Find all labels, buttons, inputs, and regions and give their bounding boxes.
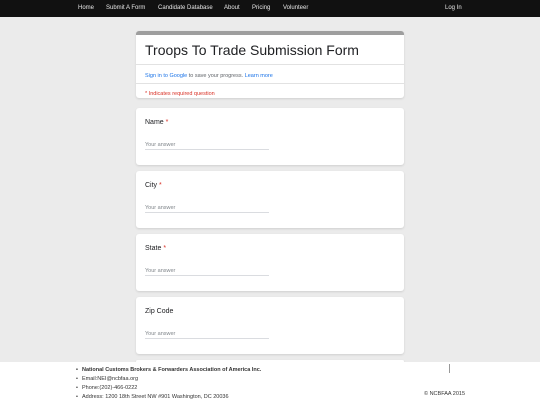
- learn-more-link[interactable]: Learn more: [245, 73, 273, 79]
- footer-phone: Phone:(202)-466-0222: [76, 384, 261, 393]
- nav-candidate-database[interactable]: Candidate Database: [158, 0, 213, 17]
- footer-address: Address: 1200 18th Street NW #901 Washin…: [76, 393, 261, 402]
- footer-copyright: © NCBFAA 2015: [424, 391, 466, 397]
- required-note: * Indicates required question: [145, 91, 215, 97]
- form-header-card: Troops To Trade Submission Form Sign in …: [136, 31, 404, 98]
- footer-contact-list: National Customs Brokers & Forwarders As…: [76, 366, 261, 402]
- question-card-state: State *: [136, 234, 404, 291]
- question-label: Zip Code: [145, 308, 174, 315]
- footer-email: Email:NEI@ncbfaa.org: [76, 375, 261, 384]
- nav-home[interactable]: Home: [78, 0, 94, 17]
- question-label: Name *: [145, 119, 169, 126]
- nav-submit-a-form[interactable]: Submit A Form: [106, 0, 145, 17]
- question-card-zip-code: Zip Code: [136, 297, 404, 354]
- top-navbar: Home Submit A Form Candidate Database Ab…: [0, 0, 540, 17]
- footer-scrollbar[interactable]: [449, 364, 450, 373]
- zip-code-input[interactable]: [145, 329, 269, 339]
- city-input[interactable]: [145, 203, 269, 213]
- site-footer: National Customs Brokers & Forwarders As…: [0, 362, 540, 405]
- header-divider-2: [136, 83, 404, 84]
- signin-text: to save your progress.: [187, 73, 245, 79]
- form-title: Troops To Trade Submission Form: [145, 42, 359, 58]
- question-label: State *: [145, 245, 167, 252]
- question-card-name: Name *: [136, 108, 404, 165]
- required-asterisk: *: [163, 245, 167, 252]
- nav-pricing[interactable]: Pricing: [252, 0, 270, 17]
- form-page: Troops To Trade Submission Form Sign in …: [0, 17, 540, 363]
- question-card-city: City *: [136, 171, 404, 228]
- required-asterisk: *: [159, 182, 162, 189]
- footer-org-name: National Customs Brokers & Forwarders As…: [76, 366, 261, 375]
- state-input[interactable]: [145, 266, 269, 276]
- signin-row: Sign in to Google to save your progress.…: [145, 73, 273, 79]
- nav-volunteer[interactable]: Volunteer: [283, 0, 308, 17]
- signin-link[interactable]: Sign in to Google: [145, 73, 187, 79]
- name-input[interactable]: [145, 140, 269, 150]
- question-label: City *: [145, 182, 162, 189]
- nav-about[interactable]: About: [224, 0, 240, 17]
- header-divider: [136, 64, 404, 65]
- nav-log-in[interactable]: Log In: [445, 0, 462, 17]
- required-asterisk: *: [165, 119, 169, 126]
